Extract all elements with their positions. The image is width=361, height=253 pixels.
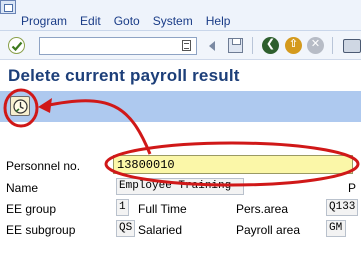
toolbar-separator	[332, 37, 333, 54]
back-icon[interactable]: ❮	[262, 37, 279, 54]
menu-item-edit[interactable]: Edit	[80, 13, 101, 29]
name-row-right-fragment: P	[348, 181, 357, 195]
page-title: Delete current payroll result	[8, 66, 240, 85]
personnel-number-input[interactable]	[113, 155, 353, 174]
personnel-label: Personnel no.	[6, 159, 81, 173]
execute-icon	[13, 99, 28, 114]
window-menu-icon[interactable]	[0, 0, 16, 14]
menu-item-help[interactable]: Help	[206, 13, 231, 29]
payroll-area-code-field: GM	[326, 220, 346, 237]
ee-group-code-field: 1	[116, 199, 129, 216]
menu-bar: Program Edit Goto System Help	[0, 0, 361, 31]
ee-subgroup-row: EE subgroup QS Salaried Payroll area GM	[0, 219, 361, 241]
print-icon[interactable]	[343, 39, 361, 53]
checkmark-icon	[11, 41, 23, 52]
pers-area-code-field: Q133	[326, 199, 358, 216]
menu-item-program[interactable]: Program	[21, 13, 67, 29]
ee-subgroup-label: EE subgroup	[6, 223, 76, 237]
standard-toolbar: ❮ ⇧ ✕	[0, 31, 361, 60]
cancel-icon[interactable]: ✕	[307, 37, 324, 54]
enter-icon[interactable]	[8, 37, 25, 54]
payroll-area-label: Payroll area	[236, 223, 301, 237]
name-row: Name Employee Training P	[0, 177, 361, 199]
save-icon[interactable]	[228, 38, 243, 53]
command-field[interactable]	[39, 37, 197, 55]
command-doc-icon[interactable]	[182, 40, 191, 51]
execute-button[interactable]	[10, 96, 30, 116]
name-field: Employee Training	[116, 178, 244, 195]
toolbar-separator	[252, 37, 253, 54]
pers-area-label: Pers.area	[236, 202, 289, 216]
ee-subgroup-code-field: QS	[116, 220, 135, 237]
exit-icon[interactable]: ⇧	[285, 37, 302, 54]
menu-item-system[interactable]: System	[153, 13, 193, 29]
ee-group-row: EE group 1 Full Time Pers.area Q133	[0, 198, 361, 220]
ee-group-text: Full Time	[138, 202, 187, 216]
ee-subgroup-text: Salaried	[138, 223, 183, 237]
name-label: Name	[6, 181, 39, 195]
menu: Program Edit Goto System Help	[21, 13, 230, 29]
menu-item-goto[interactable]: Goto	[114, 13, 140, 29]
ee-group-label: EE group	[6, 202, 57, 216]
application-toolbar	[0, 91, 361, 122]
history-back-icon[interactable]	[209, 41, 215, 51]
